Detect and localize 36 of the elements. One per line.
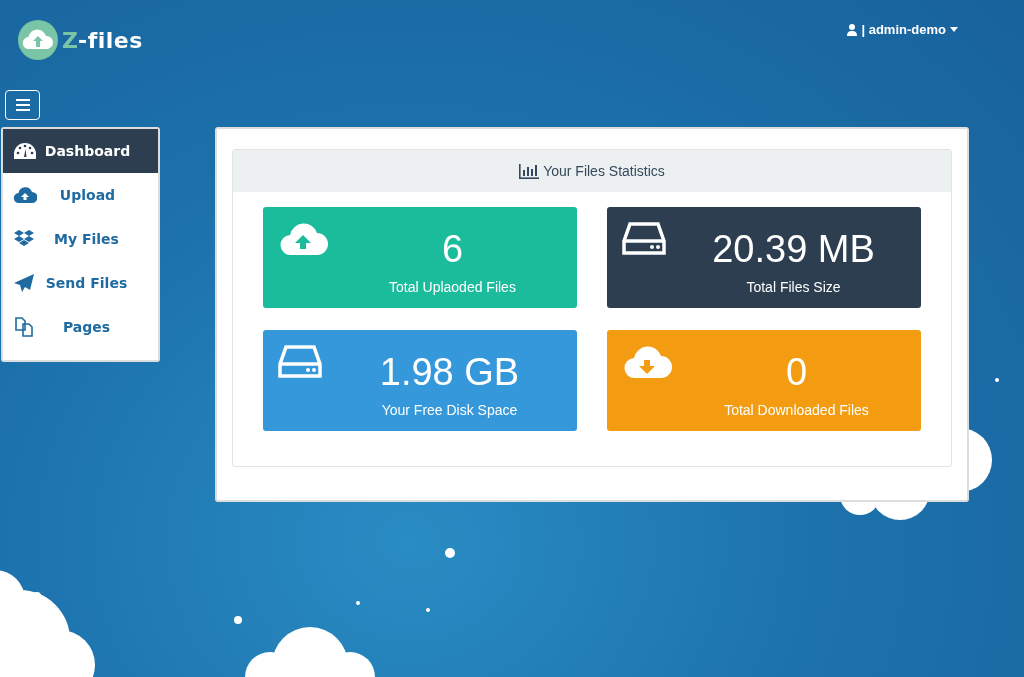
- pages-icon: [13, 316, 35, 338]
- sidebar-item[interactable]: My Files: [3, 217, 158, 261]
- logo-icon: [18, 20, 58, 60]
- hard-drive-icon: [622, 221, 666, 257]
- sidebar-item[interactable]: Dashboard: [3, 129, 158, 173]
- bar-chart-icon: [519, 163, 540, 179]
- stat-label: Total Downloaded Files: [723, 401, 870, 420]
- cloud-upload-icon: [13, 186, 37, 204]
- stat-value: 0: [784, 350, 809, 394]
- paper-plane-icon: [13, 273, 35, 293]
- cloud-upload-icon: [278, 221, 328, 257]
- stat-label: Your Free Disk Space: [380, 401, 519, 420]
- user-icon: [847, 23, 858, 36]
- card-title: Your Files Statistics: [543, 161, 665, 181]
- caret-icon: [950, 27, 958, 33]
- sidebar-item[interactable]: Pages: [3, 305, 158, 349]
- stat-value: 6: [440, 227, 465, 271]
- stat-label: Total Uplaoded Files: [388, 278, 517, 297]
- star-dot: [426, 608, 430, 612]
- star-dot: [995, 378, 999, 382]
- user-menu[interactable]: | admin-demo: [847, 20, 958, 40]
- hard-drive-icon: [278, 344, 322, 380]
- star-dot: [356, 601, 360, 605]
- menu-button[interactable]: [5, 90, 40, 120]
- gauge-icon: [13, 141, 37, 161]
- sidebar-item[interactable]: Send Files: [3, 261, 158, 305]
- cloud-download-icon: [622, 344, 672, 380]
- stat-label: Total Files Size: [745, 278, 842, 297]
- stat-value: 20.39 MB: [711, 227, 876, 271]
- logo-text: Z-files: [62, 26, 143, 55]
- star-dot: [445, 548, 455, 558]
- sidebar-item[interactable]: Upload: [3, 173, 158, 217]
- menu-icon: [15, 99, 30, 111]
- star-dot: [234, 616, 242, 624]
- boxes-icon: [13, 229, 35, 249]
- stat-value: 1.98 GB: [378, 350, 521, 394]
